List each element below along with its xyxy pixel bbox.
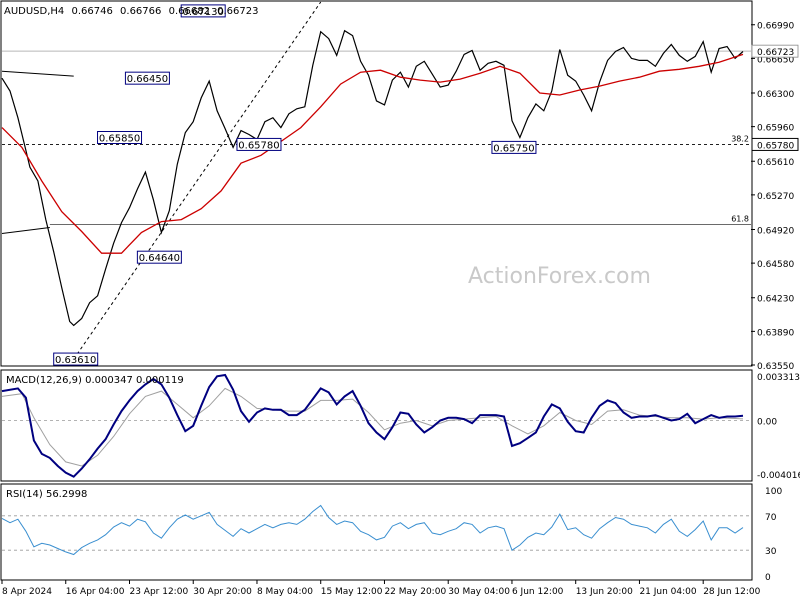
main-panel-frame xyxy=(0,0,753,367)
rsi-axis-tick-label: 0 xyxy=(765,573,771,583)
macd-panel: MACD(12,26,9) 0.000347 0.000119 xyxy=(0,369,753,482)
chart-title-symbol: AUDUSD,H4 xyxy=(4,6,64,17)
macd-axis: 0.003313 0.00 -0.004016 xyxy=(757,373,800,481)
macd-label: MACD(12,26,9) 0.000347 0.000119 xyxy=(6,375,184,386)
time-axis-tick-label: 30 May 04:00 xyxy=(448,587,510,597)
ohlc-close: 0.66723 xyxy=(217,6,258,17)
ohlc-open: 0.66746 xyxy=(71,6,112,17)
price-axis-tick-label: 0.64920 xyxy=(757,226,794,236)
time-axis-tick-label: 30 Apr 20:00 xyxy=(193,587,252,597)
rsi-axis-tick-label: 30 xyxy=(765,547,777,557)
macd-axis-tick-label: -0.004016 xyxy=(757,471,800,481)
macd-axis-tick-label: 0.00 xyxy=(757,417,777,427)
price-annotation: 0.66450 xyxy=(124,71,170,85)
price-annotation-text: 0.65750 xyxy=(493,143,534,154)
time-axis: 8 Apr 2024 16 Apr 04:00 23 Apr 12:00 30 Apr… xyxy=(1,580,761,597)
price-axis-tick-label: 0.66990 xyxy=(757,22,794,32)
price-annotation-text: 0.64640 xyxy=(139,253,180,264)
chart-title: AUDUSD,H4 0.66746 0.66766 0.66682 0.6672… xyxy=(4,6,258,17)
price-axis-tick-label: 0.65960 xyxy=(757,124,794,134)
price-annotation: 0.65850 xyxy=(97,131,143,145)
price-annotation-text: 0.63610 xyxy=(55,355,96,366)
price-axis-tick-label: 0.64230 xyxy=(757,295,794,305)
price-annotation-text: 0.65850 xyxy=(99,134,140,145)
price-annotation-text: 0.65780 xyxy=(238,140,279,151)
price-annotation: 0.63610 xyxy=(53,352,99,366)
price-axis-tick-label: 0.64580 xyxy=(757,260,794,270)
price-axis-tick-label: 0.65270 xyxy=(757,192,794,202)
time-axis-tick-label: 8 Apr 2024 xyxy=(2,587,52,597)
price-annotation: 0.65750 xyxy=(491,140,537,154)
time-axis-tick-label: 8 May 04:00 xyxy=(257,587,313,597)
fib-level-label: 61.8 xyxy=(731,215,749,224)
current-price-label: 0.66723 xyxy=(757,48,794,58)
main-panel: ActionForex.com 38.261.8 0.671300.664500… xyxy=(0,0,753,367)
rsi-axis-tick-label: 100 xyxy=(765,487,782,497)
time-axis-tick-label: 22 May 20:00 xyxy=(384,587,446,597)
time-axis-tick-label: 23 Apr 12:00 xyxy=(129,587,188,597)
price-axis-tick-label: 0.65610 xyxy=(757,158,794,168)
macd-axis-tick-label: 0.003313 xyxy=(757,373,800,383)
watermark: ActionForex.com xyxy=(468,264,651,289)
rsi-axis: 100 70 30 0 xyxy=(765,487,782,583)
time-axis-tick-label: 13 Jun 20:00 xyxy=(576,587,633,597)
time-axis-tick-label: 15 May 12:00 xyxy=(321,587,383,597)
level-label: 0.65780 xyxy=(757,141,794,151)
price-annotation: 0.65780 xyxy=(236,137,282,151)
main-price-axis: 0.669900.666500.663000.659600.656100.652… xyxy=(751,22,799,372)
fib-level-label: 38.2 xyxy=(731,134,749,143)
time-axis-tick-label: 28 Jun 12:00 xyxy=(703,587,760,597)
rsi-label: RSI(14) 56.2998 xyxy=(6,489,87,500)
rsi-axis-tick-label: 70 xyxy=(765,513,777,523)
price-axis-tick-label: 0.66300 xyxy=(757,90,794,100)
chart-canvas: ActionForex.com 38.261.8 0.671300.664500… xyxy=(0,0,800,597)
price-annotation-text: 0.66450 xyxy=(127,74,168,85)
time-axis-tick-label: 6 Jun 12:00 xyxy=(512,587,564,597)
ohlc-high: 0.66766 xyxy=(120,6,161,17)
rsi-panel: RSI(14) 56.2998 xyxy=(0,483,753,581)
price-annotation: 0.64640 xyxy=(136,250,182,264)
price-axis-tick-label: 0.63550 xyxy=(757,362,794,372)
ohlc-low: 0.66682 xyxy=(169,6,210,17)
rsi-panel-frame xyxy=(0,483,753,581)
price-axis-tick-label: 0.63890 xyxy=(757,328,794,338)
time-axis-tick-label: 16 Apr 04:00 xyxy=(66,587,125,597)
time-axis-tick-label: 21 Jun 04:00 xyxy=(639,587,696,597)
